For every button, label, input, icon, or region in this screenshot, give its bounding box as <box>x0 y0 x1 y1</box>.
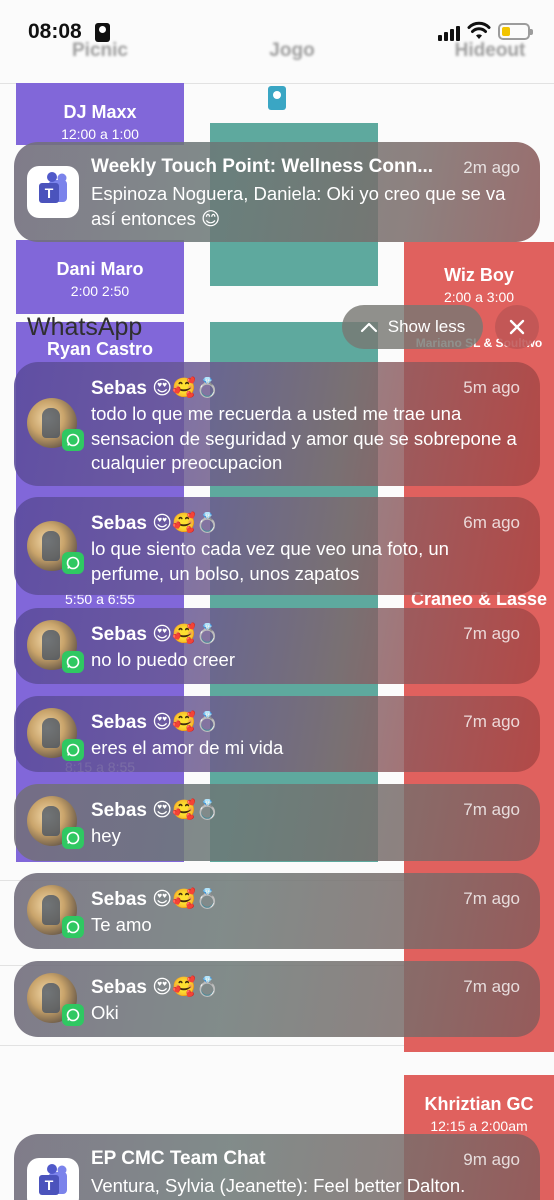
notification-title: Sebas 😍🥰💍 <box>91 888 220 910</box>
svg-text:T: T <box>45 185 54 201</box>
wifi-icon <box>467 21 491 39</box>
id-badge-icon <box>268 86 286 110</box>
block-title: Dani Maro <box>56 259 144 279</box>
teams-notification[interactable]: T EP CMC Team Chat 9m ago Ventura, Sylvi… <box>14 1134 540 1200</box>
whatsapp-icon <box>62 552 84 574</box>
block-time: 2:00 a 3:00 <box>443 289 515 305</box>
clock: 08:08 <box>28 20 82 43</box>
whatsapp-notification[interactable]: Sebas 😍🥰💍 5m ago todo lo que me recuerda… <box>14 362 540 486</box>
signal-icon <box>438 26 460 41</box>
schedule-block[interactable]: Dani Maro 2:00 2:50 <box>16 240 184 314</box>
block-title: Wiz Boy <box>444 265 514 285</box>
notification-body: Oki <box>91 1002 119 1023</box>
teams-icon: T <box>27 166 79 218</box>
notification-title: Sebas 😍🥰💍 <box>91 623 220 645</box>
block-title: Khriztian GC <box>424 1094 534 1114</box>
battery-icon <box>498 23 533 40</box>
whatsapp-icon <box>62 651 84 673</box>
notification-body: Ventura, Sylvia (Jeanette): Feel better … <box>91 1175 466 1196</box>
notification-title: Sebas 😍🥰💍 <box>91 512 220 534</box>
show-less-button[interactable]: Show less <box>342 305 483 349</box>
notification-time: 2m ago <box>463 158 520 177</box>
notification-title: Weekly Touch Point: Wellness Conn... <box>91 156 434 177</box>
notification-time: 7m ago <box>463 977 520 996</box>
notification-title: Sebas 😍🥰💍 <box>91 711 220 733</box>
notification-time: 9m ago <box>463 1150 520 1169</box>
chevron-up-icon <box>360 322 377 333</box>
whatsapp-icon <box>62 916 84 938</box>
notification-body: Espinoza Noguera, Daniela: Oki yo creo q… <box>91 183 506 229</box>
teams-icon: T <box>27 1158 79 1200</box>
id-badge-icon <box>95 23 110 42</box>
notification-body: eres el amor de mi vida <box>91 737 284 758</box>
notification-time: 7m ago <box>463 889 520 908</box>
clear-group-button[interactable] <box>495 305 539 349</box>
whatsapp-icon <box>62 429 84 451</box>
whatsapp-icon <box>62 827 84 849</box>
whatsapp-notification[interactable]: Sebas 😍🥰💍 7m ago Te amo <box>14 873 540 949</box>
notification-title: Sebas 😍🥰💍 <box>91 377 220 399</box>
notification-time: 7m ago <box>463 624 520 643</box>
close-icon <box>509 319 525 335</box>
notification-title: Sebas 😍🥰💍 <box>91 976 220 998</box>
notification-body: hey <box>91 825 121 846</box>
notification-title: Sebas 😍🥰💍 <box>91 799 220 821</box>
notification-body: todo lo que me recuerda a usted me trae … <box>91 403 517 473</box>
show-less-label: Show less <box>387 317 466 336</box>
teams-notification[interactable]: T Weekly Touch Point: Wellness Conn... 2… <box>14 142 540 242</box>
whatsapp-icon <box>62 739 84 761</box>
schedule-block[interactable]: DJ Maxx 12:00 a 1:00 <box>16 83 184 145</box>
notification-time: 7m ago <box>463 712 520 731</box>
block-time: 2:00 2:50 <box>70 283 130 299</box>
notification-body: no lo puedo creer <box>91 649 235 670</box>
whatsapp-icon <box>62 1004 84 1026</box>
block-title: DJ Maxx <box>63 102 137 122</box>
group-title: WhatsApp <box>27 313 143 341</box>
notification-time: 7m ago <box>463 800 520 819</box>
whatsapp-notification[interactable]: Sebas 😍🥰💍 7m ago hey <box>14 784 540 861</box>
block-time: 12:15 a 2:00am <box>430 1118 528 1134</box>
status-bar: 08:08 <box>0 0 554 60</box>
notification-time: 5m ago <box>463 378 520 397</box>
whatsapp-notification[interactable]: Sebas 😍🥰💍 6m ago lo que siento cada vez … <box>14 497 540 595</box>
block-time: 12:00 a 1:00 <box>61 126 139 142</box>
notification-body: lo que siento cada vez que veo una foto,… <box>91 538 449 584</box>
whatsapp-notification[interactable]: Sebas 😍🥰💍 7m ago Oki <box>14 961 540 1037</box>
svg-text:T: T <box>45 1177 54 1193</box>
notification-title: EP CMC Team Chat <box>91 1148 266 1169</box>
notification-time: 6m ago <box>463 513 520 532</box>
whatsapp-notification[interactable]: Sebas 😍🥰💍 7m ago eres el amor de mi vida <box>14 696 540 772</box>
notification-body: Te amo <box>91 914 152 935</box>
whatsapp-notification[interactable]: Sebas 😍🥰💍 7m ago no lo puedo creer <box>14 608 540 684</box>
